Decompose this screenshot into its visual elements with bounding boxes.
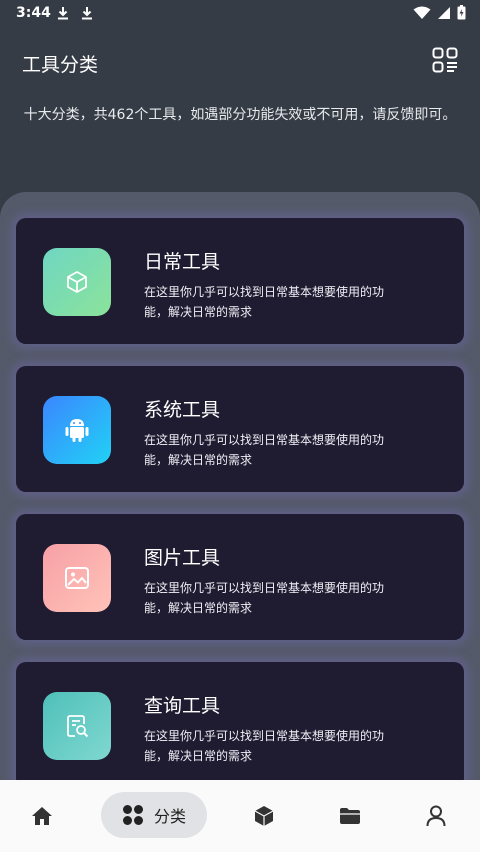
folder-icon — [340, 808, 360, 824]
search-doc-icon — [67, 715, 89, 738]
category-tile — [43, 544, 111, 612]
category-tile — [43, 248, 111, 316]
category-list[interactable]: 日常工具 在这里你几乎可以找到日常基本想要使用的功能，解决日常的需求 系统工具 … — [0, 192, 480, 780]
category-icon — [122, 805, 143, 825]
page-title: 工具分类 — [22, 54, 99, 76]
category-card-daily[interactable]: 日常工具 在这里你几乎可以找到日常基本想要使用的功能，解决日常的需求 — [16, 218, 464, 344]
nav-category[interactable]: 分类 — [101, 792, 207, 838]
card-description: 在这里你几乎可以找到日常基本想要使用的功能，解决日常的需求 — [144, 433, 385, 467]
nav-profile[interactable] — [416, 780, 456, 852]
download-icon — [58, 7, 68, 20]
card-title: 图片工具 — [144, 547, 221, 569]
home-icon — [32, 807, 52, 825]
status-bar: 3:44 — [0, 0, 480, 28]
status-time: 3:44 — [16, 5, 51, 21]
category-card-image[interactable]: 图片工具 在这里你几乎可以找到日常基本想要使用的功能，解决日常的需求 — [16, 514, 464, 640]
bottom-nav: 分类 — [0, 780, 480, 852]
category-card-query[interactable]: 查询工具 在这里你几乎可以找到日常基本想要使用的功能，解决日常的需求 — [16, 662, 464, 780]
category-tile — [43, 396, 111, 464]
grid-menu-icon[interactable] — [432, 47, 458, 73]
android-icon — [65, 419, 89, 442]
category-summary: 十大分类，共462个工具，如遇部分功能失效或不可用，请反馈即可。 — [23, 107, 457, 123]
nav-files[interactable] — [330, 780, 370, 852]
card-description: 在这里你几乎可以找到日常基本想要使用的功能，解决日常的需求 — [144, 285, 385, 319]
cube-icon — [67, 271, 87, 293]
battery-icon — [457, 5, 466, 20]
profile-icon — [426, 805, 446, 827]
card-description: 在这里你几乎可以找到日常基本想要使用的功能，解决日常的需求 — [144, 581, 385, 615]
download-icon — [82, 7, 92, 20]
box-icon — [254, 806, 274, 826]
signal-icon — [438, 6, 450, 19]
category-card-system[interactable]: 系统工具 在这里你几乎可以找到日常基本想要使用的功能，解决日常的需求 — [16, 366, 464, 492]
card-description: 在这里你几乎可以找到日常基本想要使用的功能，解决日常的需求 — [144, 729, 385, 763]
card-title: 查询工具 — [144, 695, 221, 717]
wifi-icon — [413, 6, 431, 19]
card-title: 日常工具 — [144, 251, 221, 273]
nav-category-label: 分类 — [153, 807, 186, 826]
nav-home[interactable] — [22, 780, 62, 852]
image-icon — [65, 567, 89, 589]
category-tile — [43, 692, 111, 760]
nav-box[interactable] — [244, 780, 284, 852]
card-title: 系统工具 — [144, 399, 221, 421]
